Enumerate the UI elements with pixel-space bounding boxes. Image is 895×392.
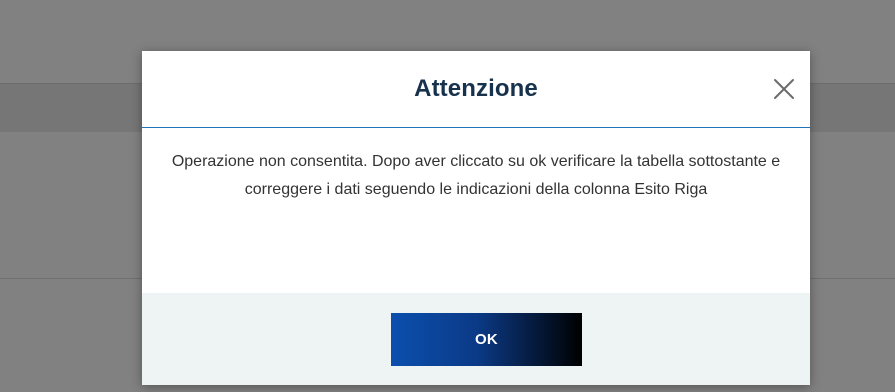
- close-button[interactable]: [772, 77, 796, 101]
- dialog-footer: OK: [142, 293, 810, 385]
- dialog-title: Attenzione: [414, 75, 538, 102]
- alert-dialog: Attenzione Operazione non consentita. Do…: [142, 51, 810, 385]
- dialog-message: Operazione non consentita. Dopo aver cli…: [171, 153, 781, 198]
- dialog-header: Attenzione: [142, 51, 810, 128]
- dialog-body: Operazione non consentita. Dopo aver cli…: [142, 128, 810, 293]
- ok-button[interactable]: OK: [391, 313, 582, 366]
- close-icon: [772, 77, 796, 101]
